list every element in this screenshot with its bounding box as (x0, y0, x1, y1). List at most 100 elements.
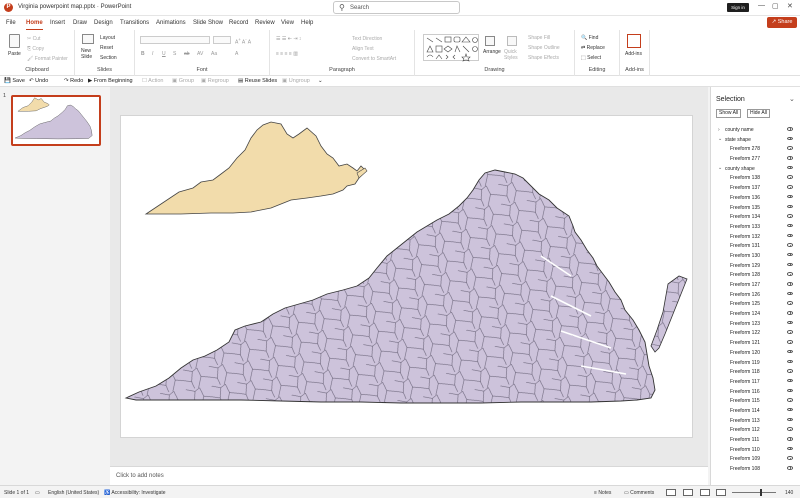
notes-pane[interactable]: Click to add notes (110, 466, 708, 485)
slide-show-button[interactable] (716, 489, 726, 496)
underline-button[interactable]: U (162, 51, 166, 57)
visibility-eye-icon[interactable] (787, 185, 793, 189)
new-slide-icon[interactable] (82, 34, 94, 44)
char-spacing-button[interactable]: AV (197, 51, 203, 57)
replace-button[interactable]: ⇄ Replace (581, 45, 605, 51)
new-slide-button[interactable]: New Slide (81, 48, 97, 60)
state-shape[interactable] (144, 121, 367, 215)
notes-toggle[interactable]: ≡ Notes (594, 490, 611, 496)
tab-file[interactable]: File (6, 20, 16, 26)
selection-item-row[interactable]: Freeform 124 (711, 309, 800, 319)
visibility-eye-icon[interactable] (787, 127, 793, 131)
tab-record[interactable]: Record (229, 20, 248, 26)
visibility-eye-icon[interactable] (787, 446, 793, 451)
visibility-eye-icon[interactable] (787, 136, 793, 141)
shape-effects-button[interactable]: Shape Effects (528, 55, 559, 61)
quick-styles-button[interactable]: Quick Styles (504, 49, 522, 61)
strikethrough-button[interactable]: ab (184, 51, 190, 57)
font-size-box[interactable] (213, 36, 231, 44)
sign-in-button[interactable]: Sign in (727, 3, 749, 12)
action-button[interactable]: ☐ Action (142, 78, 163, 84)
slide-sorter-button[interactable] (683, 489, 693, 496)
selection-item-row[interactable]: Freeform 133 (711, 222, 800, 232)
visibility-eye-icon[interactable] (787, 388, 793, 393)
selection-item-row[interactable]: Freeform 137 (711, 183, 800, 193)
visibility-eye-icon[interactable] (787, 456, 793, 460)
selection-item-row[interactable]: Freeform 110 (711, 445, 800, 455)
change-case-button[interactable]: Aa (211, 51, 217, 57)
font-color-button[interactable]: A (235, 51, 238, 57)
maximize-button[interactable]: ▢ (772, 2, 779, 10)
visibility-eye-icon[interactable] (787, 466, 793, 470)
visibility-eye-icon[interactable] (787, 378, 793, 383)
visibility-eye-icon[interactable] (787, 223, 793, 228)
expand-toggle-icon[interactable]: ⌄ (718, 165, 722, 171)
zoom-level[interactable]: 140 (785, 490, 793, 496)
shape-outline-button[interactable]: Shape Outline (528, 45, 560, 51)
visibility-eye-icon[interactable] (787, 243, 793, 247)
font-name-box[interactable] (140, 36, 210, 44)
selection-item-row[interactable]: Freeform 136 (711, 193, 800, 203)
selection-item-row[interactable]: Freeform 116 (711, 387, 800, 397)
visibility-eye-icon[interactable] (787, 330, 793, 334)
visibility-eye-icon[interactable] (787, 427, 793, 431)
selection-item-row[interactable]: Freeform 123 (711, 319, 800, 329)
customize-qat-icon[interactable]: ⌄ (318, 78, 323, 84)
ungroup-button[interactable]: ▣ Ungroup (282, 78, 310, 84)
selection-item-row[interactable]: Freeform 119 (711, 358, 800, 368)
visibility-eye-icon[interactable] (787, 146, 793, 150)
font-size-buttons[interactable]: A+ A- A (235, 37, 251, 46)
select-button[interactable]: ⬚ Select (581, 55, 601, 61)
visibility-eye-icon[interactable] (787, 340, 793, 344)
selection-item-row[interactable]: Freeform 135 (711, 203, 800, 213)
selection-item-row[interactable]: Freeform 120 (711, 348, 800, 358)
text-direction-button[interactable]: Text Direction (352, 36, 382, 42)
minimize-button[interactable]: — (758, 2, 765, 9)
selection-item-row[interactable]: Freeform 126 (711, 290, 800, 300)
selection-item-row[interactable]: Freeform 121 (711, 338, 800, 348)
zoom-slider[interactable] (732, 489, 776, 496)
tab-help[interactable]: Help (301, 20, 313, 26)
layout-button[interactable]: Layout (100, 35, 115, 41)
shape-fill-button[interactable]: Shape Fill (528, 35, 550, 41)
visibility-eye-icon[interactable] (787, 359, 793, 363)
share-button[interactable]: ↗ Share (767, 17, 797, 28)
regroup-button[interactable]: ▣ Regroup (201, 78, 229, 84)
selection-item-row[interactable]: Freeform 114 (711, 406, 800, 416)
pane-options-chevron-icon[interactable]: ⌄ (789, 95, 795, 103)
expand-toggle-icon[interactable]: ⌄ (718, 136, 722, 142)
selection-item-row[interactable]: Freeform 122 (711, 328, 800, 338)
selection-group-row[interactable]: ⌄ state shape (711, 135, 800, 145)
visibility-eye-icon[interactable] (787, 320, 793, 325)
redo-button[interactable]: ↷ Redo (64, 78, 83, 84)
tab-draw[interactable]: Draw (73, 20, 87, 26)
visibility-eye-icon[interactable] (787, 437, 793, 441)
selection-item-row[interactable]: Freeform 125 (711, 299, 800, 309)
selection-item-row[interactable]: Freeform 112 (711, 425, 800, 435)
close-button[interactable]: ✕ (787, 2, 793, 10)
arrange-icon[interactable] (485, 36, 495, 46)
find-button[interactable]: 🔍 Find (581, 35, 598, 41)
italic-button[interactable]: I (152, 51, 153, 57)
paste-icon[interactable] (9, 34, 20, 48)
visibility-eye-icon[interactable] (787, 156, 793, 160)
tab-view[interactable]: View (281, 20, 294, 26)
selection-item-row[interactable]: Freeform 129 (711, 261, 800, 271)
tab-design[interactable]: Design (94, 20, 113, 26)
selection-item-row[interactable]: Freeform 132 (711, 232, 800, 242)
comments-toggle[interactable]: ▭ Comments (624, 490, 654, 496)
list-buttons[interactable]: ☰ ☰ ⇤ ⇥ ↕ (276, 36, 301, 42)
visibility-eye-icon[interactable] (787, 272, 793, 276)
selection-item-row[interactable]: Freeform 113 (711, 416, 800, 426)
format-painter-button[interactable]: 🖌 Format Painter (27, 56, 68, 62)
visibility-eye-icon[interactable] (787, 349, 793, 354)
visibility-eye-icon[interactable] (787, 301, 793, 305)
visibility-eye-icon[interactable] (787, 252, 793, 257)
selection-item-row[interactable]: Freeform 134 (711, 212, 800, 222)
tab-insert[interactable]: Insert (50, 20, 65, 26)
selection-item-row[interactable]: Freeform 128 (711, 270, 800, 280)
reuse-slides-button[interactable]: ▤ Reuse Slides (238, 78, 277, 84)
language-status[interactable]: English (United States) (48, 490, 99, 496)
spellcheck-icon[interactable]: ▭ (35, 490, 40, 496)
selection-item-row[interactable]: Freeform 277 (711, 154, 800, 164)
